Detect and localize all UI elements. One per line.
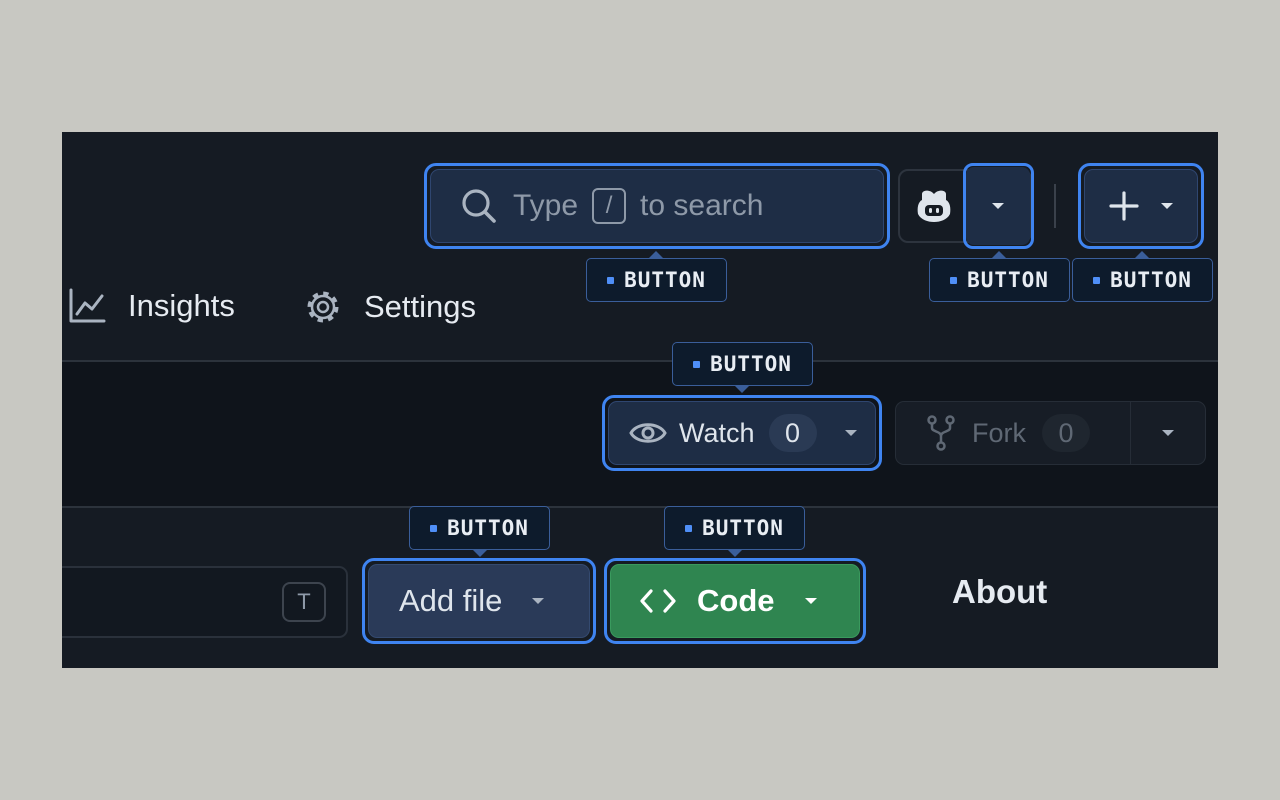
header-separator	[1054, 184, 1056, 228]
code-icon	[640, 589, 676, 613]
nav-item-insights[interactable]: Insights	[68, 288, 235, 324]
code-button[interactable]: Code	[610, 564, 860, 638]
actions-divider	[62, 506, 1218, 508]
annotation-tag-code: BUTTON	[664, 506, 805, 550]
fork-icon	[927, 415, 955, 451]
github-repo-header-panel: Type / to search BUTTON BUTTON BUTTON In…	[62, 132, 1218, 668]
add-file-label: Add file	[399, 583, 503, 618]
add-file-button[interactable]: Add file	[368, 564, 590, 638]
annotation-tag-create-new: BUTTON	[1072, 258, 1213, 302]
nav-insights-label: Insights	[128, 288, 235, 323]
fork-label: Fork	[972, 417, 1026, 448]
filter-shortcut-key: T	[282, 582, 326, 622]
chevron-down-icon	[804, 598, 817, 604]
chevron-down-icon	[992, 203, 1004, 209]
chevron-down-icon	[1162, 430, 1174, 436]
eye-icon	[629, 423, 667, 443]
annotation-tag-watch: BUTTON	[672, 342, 813, 386]
graph-icon	[69, 288, 106, 323]
fork-count: 0	[1042, 414, 1090, 452]
search-shortcut-key: /	[592, 188, 627, 224]
annotation-tag-search: BUTTON	[586, 258, 727, 302]
create-new-button[interactable]	[1084, 169, 1198, 243]
search-placeholder-type: Type	[513, 189, 579, 222]
tag-pointer	[992, 251, 1006, 258]
chevron-down-icon	[532, 598, 545, 604]
copilot-dropdown-button[interactable]	[966, 167, 1030, 245]
tag-pointer	[1135, 251, 1149, 258]
watch-label: Watch	[679, 417, 755, 448]
search-placeholder-rest: to search	[640, 189, 764, 222]
code-label: Code	[697, 583, 775, 618]
search-button[interactable]: Type / to search	[430, 169, 884, 243]
tag-pointer	[735, 386, 749, 393]
fork-dropdown-button	[1130, 401, 1206, 465]
gear-icon	[307, 291, 339, 323]
nav-item-settings[interactable]: Settings	[304, 288, 476, 326]
tag-pointer	[649, 251, 663, 258]
plus-icon	[1109, 191, 1139, 221]
watch-count: 0	[768, 414, 817, 452]
nav-settings-label: Settings	[364, 289, 477, 324]
copilot-icon	[917, 190, 951, 222]
tag-pointer	[728, 550, 742, 557]
chevron-down-icon	[844, 430, 857, 436]
about-heading: About	[952, 573, 1048, 610]
fork-button: Fork 0	[895, 401, 1131, 465]
annotation-tag-add-file: BUTTON	[409, 506, 550, 550]
go-to-file-input[interactable]: T	[62, 566, 348, 638]
tag-pointer	[473, 550, 487, 557]
chevron-down-icon	[1161, 203, 1173, 209]
annotation-tag-copilot-dropdown: BUTTON	[929, 258, 1070, 302]
watch-button[interactable]: Watch 0	[608, 401, 876, 465]
search-icon	[462, 189, 496, 223]
